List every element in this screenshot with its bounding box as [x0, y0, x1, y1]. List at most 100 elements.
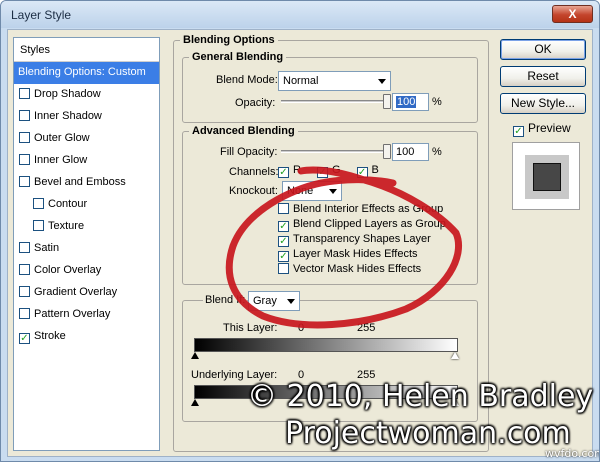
checkbox-icon[interactable]	[19, 88, 30, 99]
fill-opacity-unit: %	[432, 146, 442, 158]
option-vector-mask-hides-effects[interactable]: Vector Mask Hides Effects	[278, 263, 446, 278]
style-item-color-overlay[interactable]: Color Overlay	[14, 260, 159, 282]
opacity-slider-track[interactable]	[281, 100, 389, 103]
style-item-label: Inner Shadow	[34, 110, 102, 122]
wvfdo-watermark: wvfdo.com	[545, 447, 600, 460]
checkbox-icon[interactable]	[19, 132, 30, 143]
styles-header[interactable]: Styles	[14, 38, 159, 62]
checkbox-icon[interactable]	[33, 220, 44, 231]
check-icon: ✓	[356, 167, 368, 178]
checked-checkbox-icon: ✓	[278, 251, 289, 262]
checked-checkbox-icon[interactable]: ✓	[19, 333, 30, 344]
preview-check-icon: ✓	[513, 126, 524, 137]
style-item-label: Satin	[34, 242, 60, 254]
style-item-label: Drop Shadow	[34, 88, 101, 100]
style-item-pattern-overlay[interactable]: Pattern Overlay	[14, 304, 159, 326]
style-item-contour[interactable]: Contour	[14, 194, 159, 216]
opacity-label: Opacity:	[235, 97, 276, 109]
this-layer-max: 255	[357, 322, 376, 334]
opacity-unit: %	[432, 96, 442, 108]
option-label: Transparency Shapes Layer	[293, 233, 431, 245]
channel-label: G	[331, 164, 341, 176]
style-item-inner-glow[interactable]: Inner Glow	[14, 150, 159, 172]
copyright-watermark: © 2010, Helen Bradley	[247, 379, 594, 414]
channel-label: R	[293, 164, 301, 176]
channels-label: Channels:	[229, 166, 279, 178]
reset-button[interactable]: Reset	[500, 66, 586, 87]
blend-mode-label: Blend Mode:	[216, 74, 278, 86]
site-watermark: Projectwoman.com	[285, 416, 571, 451]
style-item-stroke[interactable]: ✓ Stroke	[14, 326, 159, 348]
check-icon: ✓	[278, 167, 289, 178]
checked-checkbox-icon: ✓	[278, 236, 289, 247]
knockout-label: Knockout:	[229, 185, 278, 197]
style-item-label: Outer Glow	[34, 132, 90, 144]
checked-checkbox-icon: ✓	[278, 221, 289, 232]
channel-r-checkbox[interactable]: ✓ R	[278, 164, 301, 178]
window-title: Layer Style	[11, 8, 72, 22]
chevron-down-icon	[287, 299, 295, 304]
option-label: Blend Clipped Layers as Group	[293, 218, 446, 230]
style-item-label: Stroke	[34, 330, 66, 342]
style-item-label: Color Overlay	[34, 264, 102, 276]
chevron-down-icon	[378, 79, 386, 84]
option-blend-clipped-layers-as-group[interactable]: ✓ Blend Clipped Layers as Group	[278, 218, 446, 233]
blending-options-title: Blending Options	[180, 34, 278, 46]
preview-thumbnail	[512, 142, 580, 210]
style-item-label: Pattern Overlay	[34, 308, 111, 320]
fill-opacity-label: Fill Opacity:	[220, 146, 278, 158]
style-item-bevel-and-emboss[interactable]: Bevel and Emboss	[14, 172, 159, 194]
this-layer-gradient	[194, 338, 458, 352]
style-item-texture[interactable]: Texture	[14, 216, 159, 238]
style-item-label: Gradient Overlay	[34, 286, 118, 298]
close-button[interactable]: X	[552, 5, 593, 23]
option-label: Layer Mask Hides Effects	[293, 248, 418, 260]
checkbox-icon[interactable]	[19, 176, 30, 187]
new-style-button[interactable]: New Style...	[500, 93, 586, 114]
title-bar[interactable]: Layer Style X	[1, 1, 599, 28]
option-label: Blend Interior Effects as Group	[293, 203, 444, 215]
fill-opacity-input[interactable]: 100	[392, 143, 429, 161]
chevron-down-icon	[329, 189, 337, 194]
option-layer-mask-hides-effects[interactable]: ✓ Layer Mask Hides Effects	[278, 248, 446, 263]
this-layer-white-slider[interactable]	[451, 352, 459, 359]
channel-g-checkbox[interactable]: ✓ G	[316, 164, 341, 178]
checkbox-icon[interactable]	[33, 198, 44, 209]
checkbox-icon[interactable]	[19, 242, 30, 253]
checkbox-icon	[278, 263, 289, 274]
this-layer-label: This Layer:	[223, 322, 278, 334]
preview-checkbox[interactable]: ✓ Preview	[513, 121, 571, 137]
knockout-select[interactable]: None	[282, 181, 342, 201]
check-icon: ✓	[316, 167, 328, 178]
checkbox-icon[interactable]	[19, 308, 30, 319]
style-item-drop-shadow[interactable]: Drop Shadow	[14, 84, 159, 106]
checkbox-icon[interactable]	[19, 286, 30, 297]
style-item-inner-shadow[interactable]: Inner Shadow	[14, 106, 159, 128]
style-item-outer-glow[interactable]: Outer Glow	[14, 128, 159, 150]
style-item-blending-options-custom[interactable]: Blending Options: Custom	[14, 62, 159, 84]
this-layer-min: 0	[298, 322, 305, 334]
ok-button[interactable]: OK	[500, 39, 586, 60]
opacity-input[interactable]: 100	[392, 93, 429, 111]
fill-opacity-slider-track[interactable]	[281, 150, 389, 153]
underlying-layer-black-slider[interactable]	[191, 399, 199, 406]
this-layer-black-slider[interactable]	[191, 352, 199, 359]
style-item-label: Inner Glow	[34, 154, 88, 166]
option-blend-interior-effects-as-group[interactable]: Blend Interior Effects as Group	[278, 203, 446, 218]
option-transparency-shapes-layer[interactable]: ✓ Transparency Shapes Layer	[278, 233, 446, 248]
fill-opacity-slider-thumb[interactable]	[383, 144, 391, 159]
style-item-gradient-overlay[interactable]: Gradient Overlay	[14, 282, 159, 304]
style-item-satin[interactable]: Satin	[14, 238, 159, 260]
blend-if-label: Blend If:	[203, 294, 248, 306]
blend-mode-select[interactable]: Normal	[278, 71, 391, 91]
layer-style-window: Layer Style X Styles Blending Options: C…	[0, 0, 600, 462]
opacity-slider-thumb[interactable]	[383, 94, 391, 109]
close-icon: X	[568, 7, 577, 21]
channel-b-checkbox[interactable]: ✓ B	[356, 164, 379, 178]
styles-list: Styles Blending Options: Custom Drop Shad…	[13, 37, 160, 451]
style-item-label: Contour	[48, 198, 88, 210]
checkbox-icon[interactable]	[19, 154, 30, 165]
blend-if-select[interactable]: Gray	[248, 291, 300, 311]
checkbox-icon[interactable]	[19, 264, 30, 275]
checkbox-icon[interactable]	[19, 110, 30, 121]
